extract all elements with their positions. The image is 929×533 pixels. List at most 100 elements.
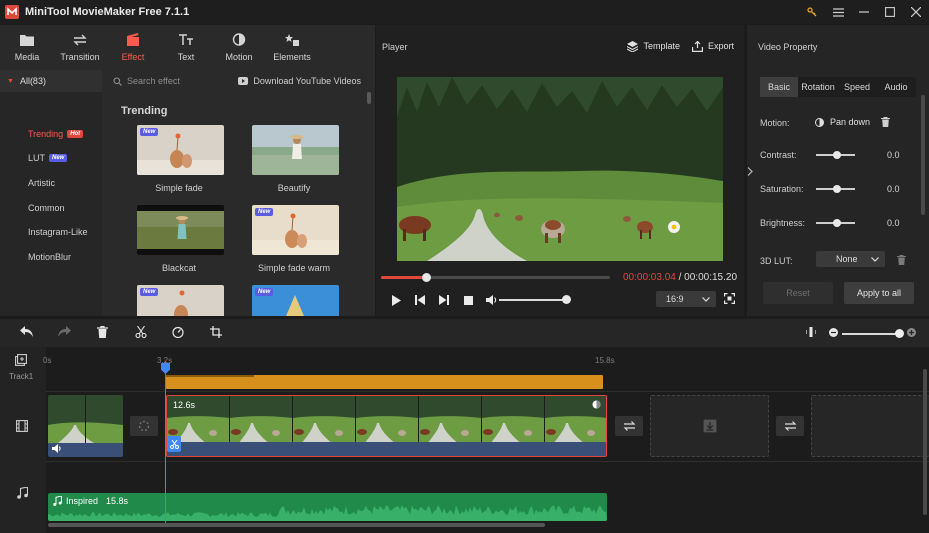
zoom-out-icon[interactable] (829, 328, 838, 339)
previous-frame-icon[interactable] (408, 295, 432, 305)
effect-thumb-simple-fade-warm[interactable]: New (252, 205, 339, 255)
speed-icon[interactable] (172, 326, 184, 340)
timeline-horizontal-scrollbar[interactable] (48, 523, 545, 527)
transition-slot[interactable] (615, 416, 643, 436)
delete-icon[interactable] (97, 326, 108, 340)
effect-search-input[interactable]: Search effect (113, 76, 180, 86)
tab-effect[interactable]: Effect (107, 25, 159, 70)
category-motionblur[interactable]: MotionBlur (28, 250, 71, 264)
property-scrollbar[interactable] (921, 95, 925, 215)
maximize-icon[interactable] (877, 0, 903, 24)
timecode: 00:00:03.04 / 00:00:15.20 (623, 272, 737, 283)
zoom-slider[interactable] (842, 333, 900, 335)
empty-clip-slot[interactable] (811, 395, 929, 457)
volume-slider[interactable] (499, 299, 566, 301)
effect-thumb[interactable]: New (252, 285, 339, 316)
time-ruler[interactable]: 0s 3.2s 15.8s (43, 347, 929, 369)
transition-slot[interactable] (130, 416, 158, 436)
chevron-down-icon (871, 256, 879, 262)
clip-duration: 12.6s (173, 400, 196, 410)
zoom-knob[interactable] (895, 329, 904, 338)
hot-badge: Hot (67, 130, 84, 138)
caret-down-icon: ▼ (7, 77, 14, 85)
video-clip-selected[interactable]: 12.6s (166, 395, 607, 457)
tab-media[interactable]: Media (1, 25, 53, 70)
audio-clip[interactable]: Inspired 15.8s (48, 493, 607, 521)
undo-icon[interactable] (20, 326, 33, 339)
fit-timeline-icon[interactable] (805, 327, 817, 339)
next-frame-icon[interactable] (432, 295, 456, 305)
split-marker-icon[interactable] (167, 436, 181, 452)
volume-knob[interactable] (562, 295, 571, 304)
fullscreen-icon[interactable] (724, 293, 735, 306)
folder-icon (20, 33, 34, 46)
lut-select[interactable]: None (816, 251, 885, 267)
category-artistic[interactable]: Artistic (28, 176, 55, 190)
effect-thumb-beautify[interactable] (252, 125, 339, 175)
tab-rotation[interactable]: Rotation (798, 77, 838, 97)
export-icon (691, 40, 703, 52)
effect-label: Simple fade (155, 183, 203, 193)
saturation-knob[interactable] (833, 185, 841, 193)
category-trending[interactable]: Trending Hot (28, 127, 84, 141)
key-icon[interactable] (799, 0, 825, 24)
tab-motion[interactable]: Motion (213, 25, 265, 70)
tab-transition[interactable]: Transition (54, 25, 106, 70)
new-badge: New (140, 288, 159, 296)
effect-scrollbar[interactable] (367, 92, 371, 104)
stop-icon[interactable] (456, 295, 480, 305)
video-preview[interactable] (397, 77, 723, 261)
brightness-knob[interactable] (833, 219, 841, 227)
playback-progress-knob[interactable] (422, 273, 432, 282)
track-divider (46, 391, 929, 392)
zoom-in-icon[interactable] (907, 328, 916, 339)
apply-to-all-button[interactable]: Apply to all (844, 282, 914, 304)
category-instagram-like[interactable]: Instagram-Like (28, 225, 88, 239)
tab-elements[interactable]: Elements (266, 25, 318, 70)
empty-clip-slot[interactable] (650, 395, 769, 457)
section-title: Trending (121, 105, 168, 117)
download-youtube-link[interactable]: Download YouTube Videos (238, 70, 361, 92)
category-all[interactable]: ▼ All(83) (0, 70, 102, 92)
collapse-arrow-icon[interactable] (747, 163, 754, 179)
timeline-vertical-scrollbar[interactable] (923, 369, 927, 515)
menu-icon[interactable] (825, 0, 851, 24)
playback-progress[interactable] (381, 273, 610, 282)
play-icon[interactable] (384, 294, 408, 306)
motion-value-label: Pan down (830, 117, 871, 127)
tab-basic[interactable]: Basic (760, 77, 798, 97)
effect-icon (126, 33, 140, 46)
tab-audio[interactable]: Audio (876, 77, 916, 97)
audio-duration: 15.8s (106, 496, 129, 506)
export-button[interactable]: Export (691, 40, 734, 52)
template-button[interactable]: Template (627, 40, 680, 52)
playhead-handle[interactable] (161, 363, 170, 374)
text-clip[interactable] (166, 375, 603, 389)
redo-icon[interactable] (58, 326, 71, 339)
download-youtube-label: Download YouTube Videos (253, 76, 361, 86)
tab-text[interactable]: Text (160, 25, 212, 70)
crop-icon[interactable] (210, 326, 222, 340)
transition-icon (623, 421, 635, 431)
effect-thumb[interactable]: New (137, 285, 224, 316)
effect-thumb-simple-fade[interactable]: New (137, 125, 224, 175)
reset-button[interactable]: Reset (763, 282, 833, 304)
close-icon[interactable] (903, 0, 929, 24)
playback-controls (384, 294, 504, 306)
trash-icon[interactable] (897, 255, 906, 267)
minimize-icon[interactable] (851, 0, 877, 24)
playhead[interactable] (165, 361, 166, 523)
tab-speed[interactable]: Speed (838, 77, 876, 97)
trash-icon[interactable] (881, 117, 890, 129)
add-track-icon[interactable] (15, 354, 27, 368)
transition-slot[interactable] (776, 416, 804, 436)
split-scissors-icon[interactable] (135, 325, 147, 340)
category-common[interactable]: Common (28, 201, 65, 215)
effect-search-row: Search effect Download YouTube Videos (103, 70, 375, 92)
aspect-ratio-select[interactable]: 16:9 (656, 291, 716, 307)
category-lut[interactable]: LUT New (28, 151, 68, 165)
contrast-knob[interactable] (833, 151, 841, 159)
video-clip[interactable] (48, 395, 123, 457)
motion-value[interactable]: Pan down (815, 117, 870, 127)
effect-thumb-blackcat[interactable] (137, 205, 224, 255)
